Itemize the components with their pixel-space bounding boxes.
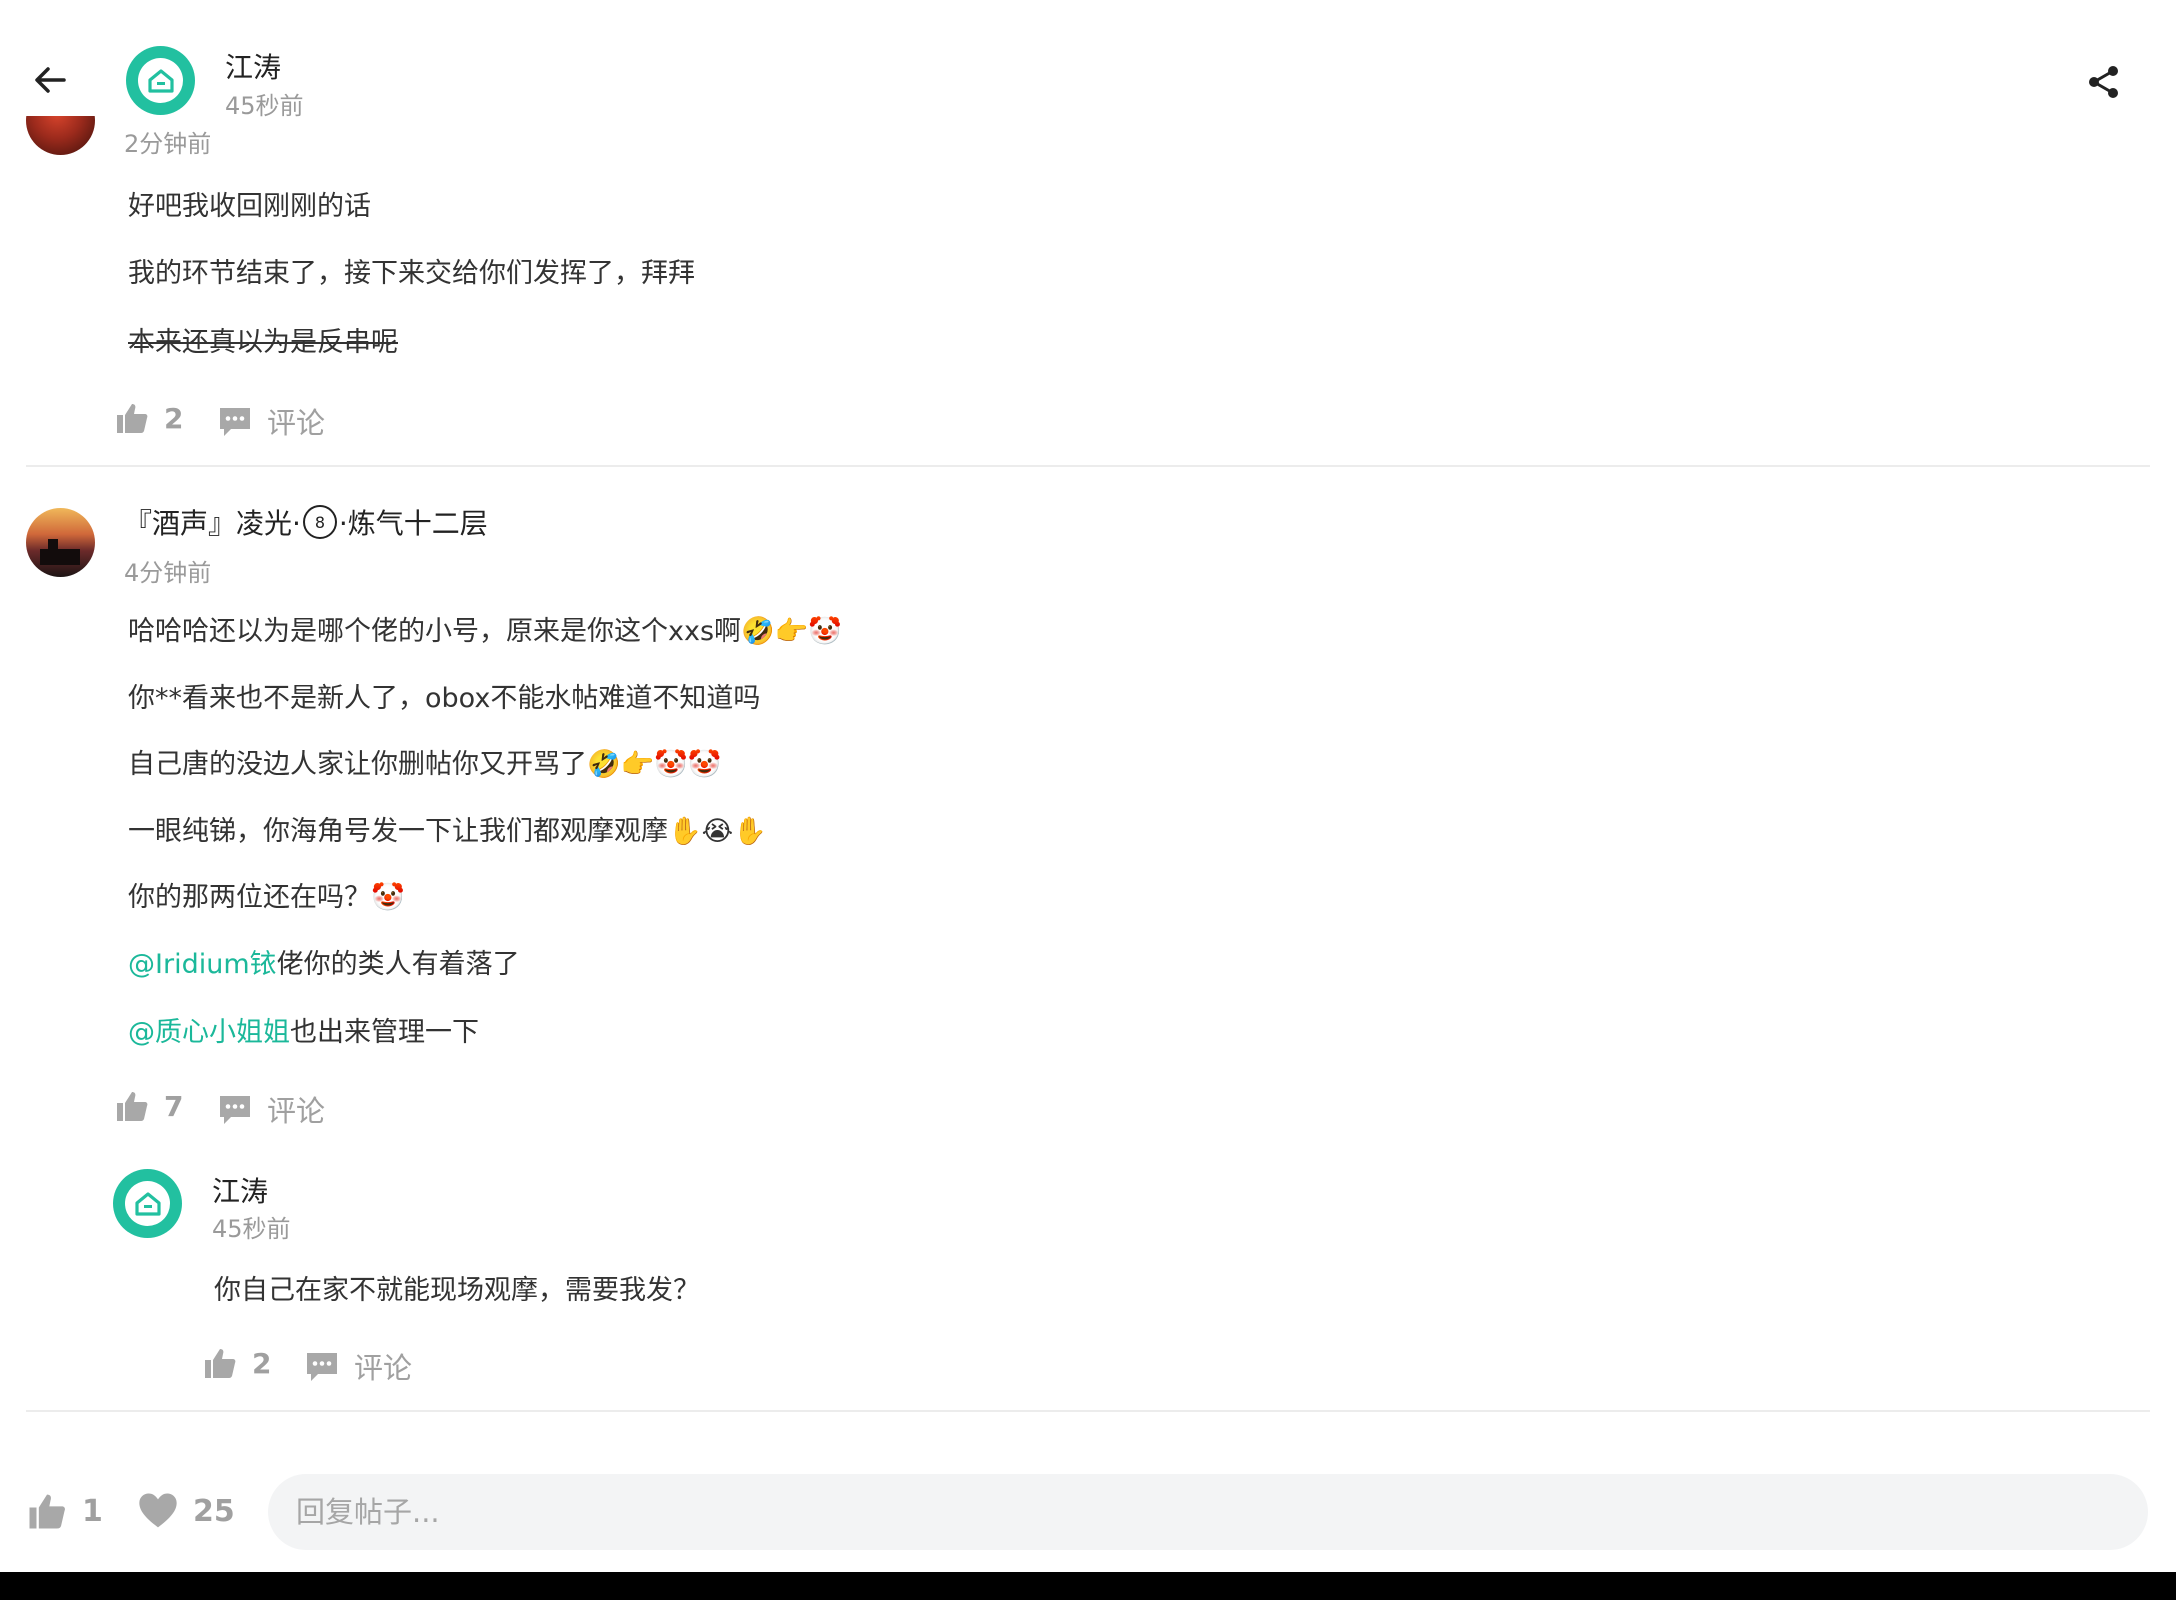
comment-line: 一眼纯锑，你海角号发一下让我们都观摩观摩✋😭✋ [128,816,767,847]
like-button[interactable]: 2 [114,400,183,436]
comment-line: @质心小姐姐也出来管理一下 [128,1017,479,1048]
share-button[interactable] [2084,62,2124,102]
thumbs-up-icon [117,1092,148,1121]
system-navigation-bar [0,1572,2176,1600]
reply-post-box[interactable] [268,1474,2148,1550]
post-favorite-count: 25 [193,1493,235,1529]
post-favorite-button[interactable]: 25 [137,1490,235,1532]
back-button[interactable] [30,60,70,100]
like-count: 7 [164,1089,184,1123]
reply-post-input[interactable] [296,1495,2148,1529]
comment-line: 自己唐的没边人家让你删帖你又开骂了🤣👉🤡🤡 [128,749,722,780]
commenter-avatar[interactable] [26,508,95,577]
author-avatar[interactable] [126,46,195,115]
comment-label: 评论 [354,1351,413,1385]
user-mention-link[interactable]: @Iridium铱 [128,949,277,980]
like-count: 2 [252,1346,272,1380]
post-like-count: 1 [82,1493,103,1529]
reply-author-avatar[interactable] [113,1169,182,1238]
comment-time: 2分钟前 [124,130,212,158]
comment-line: 我的环节结束了，接下来交给你们发挥了，拜拜 [128,258,695,289]
heart-icon [139,1493,177,1528]
like-button[interactable]: 7 [114,1088,183,1124]
home-logo-icon [147,68,174,93]
comment-time: 4分钟前 [124,559,212,587]
share-icon [2089,66,2118,98]
comment-bubble-icon [220,408,250,436]
comment-line: 你**看来也不是新人了，obox不能水帖难道不知道吗 [128,683,761,714]
level-badge: 8 [302,505,337,539]
commenter-name[interactable]: 『酒声』凌光· 8 ·炼气十二层 [124,502,488,542]
header-author-name[interactable]: 江涛 [225,46,281,86]
comment-line: 你的那两位还在吗？🤡 [128,882,405,913]
thumbs-up-icon [205,1349,236,1378]
reply-author-name[interactable]: 江涛 [212,1170,268,1210]
thumbs-up-icon [29,1494,65,1529]
divider [26,465,2150,467]
home-logo-icon [134,1191,161,1216]
like-button[interactable]: 2 [202,1345,271,1381]
divider [26,1410,2150,1412]
comment-line: 好吧我收回刚刚的话 [128,191,371,222]
comment-bubble-icon [220,1096,250,1124]
user-mention-link[interactable]: @质心小姐姐 [128,1017,290,1048]
comment-button[interactable]: 评论 [304,1345,412,1387]
header-time: 45秒前 [225,92,304,120]
comment-button[interactable]: 评论 [217,1088,325,1130]
comment-label: 评论 [267,1094,326,1128]
comment-line: @Iridium铱佬你的类人有着落了 [128,949,520,980]
back-arrow-icon [35,67,66,93]
comment-strikethrough-line: 本来还真以为是反串呢 [128,327,398,358]
comment-bubble-icon [307,1353,337,1381]
reply-time: 45秒前 [212,1215,291,1243]
post-like-button[interactable]: 1 [26,1490,103,1532]
comment-line: 哈哈哈还以为是哪个佬的小号，原来是你这个xxs啊🤣👉🤡 [128,616,842,647]
comment-label: 评论 [267,406,326,440]
reply-text: 你自己在家不就能现场观摩，需要我发？ [214,1275,700,1306]
like-count: 2 [164,401,184,435]
comment-button[interactable]: 评论 [217,400,325,442]
thumbs-up-icon [117,404,148,433]
